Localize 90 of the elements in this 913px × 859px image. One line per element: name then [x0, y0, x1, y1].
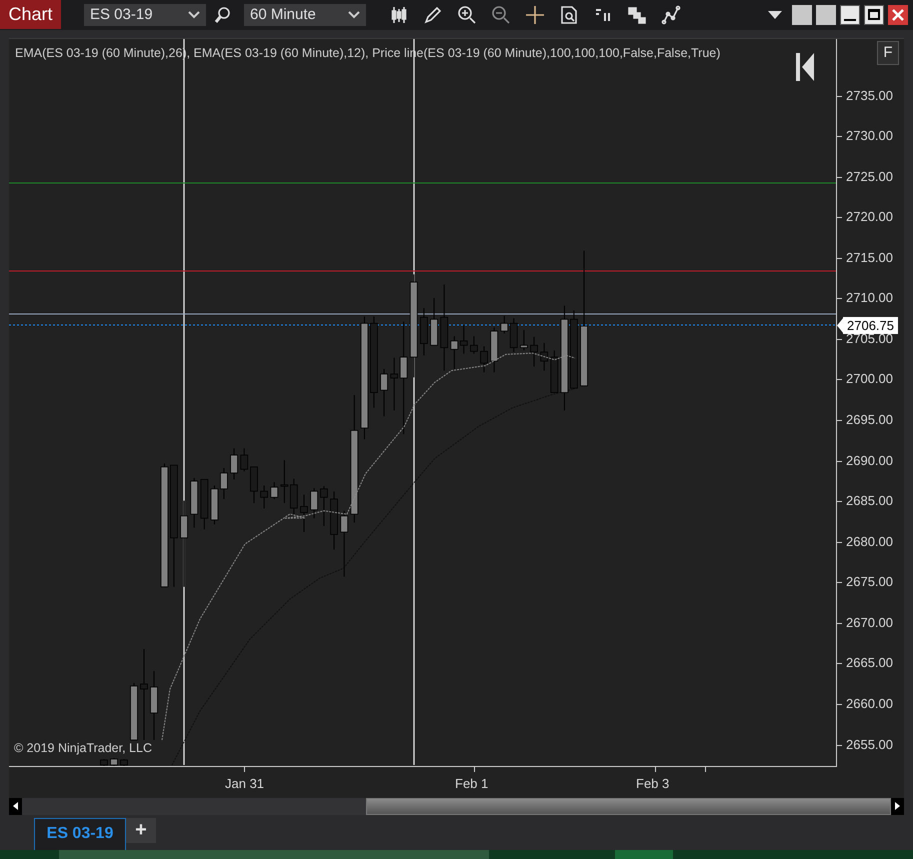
- chart-tab[interactable]: ES 03-19: [34, 818, 126, 850]
- candlestick-icon: [389, 4, 409, 25]
- skip-to-start-icon[interactable]: [796, 52, 816, 81]
- zoom-in-icon: [457, 4, 477, 25]
- y-axis-label: 2710.00: [846, 291, 893, 304]
- y-axis-label: 2680.00: [846, 534, 893, 548]
- y-axis-label: 2690.00: [846, 454, 893, 467]
- close-icon: [892, 8, 904, 21]
- document-search-icon: [559, 4, 579, 25]
- candlestick: [520, 329, 528, 350]
- y-axis-label: 2735.00: [846, 88, 893, 102]
- maximize-button[interactable]: [864, 4, 884, 25]
- x-axis-label: Feb 3: [636, 776, 670, 790]
- close-button[interactable]: [888, 4, 908, 25]
- x-axis-label: Feb 1: [455, 776, 488, 790]
- y-axis-label: 2705.00: [846, 332, 893, 345]
- line-drawing-button[interactable]: [660, 4, 682, 26]
- candlestick: [300, 494, 308, 532]
- candlestick: [470, 335, 478, 354]
- candlestick: [540, 342, 548, 371]
- candlestick: [260, 484, 268, 508]
- y-axis-label: 2725.00: [846, 170, 893, 183]
- scroll-thumb[interactable]: [366, 798, 891, 815]
- right-arrow-icon: [895, 802, 900, 810]
- candlestick: [190, 477, 198, 528]
- candlestick: [290, 478, 298, 514]
- candlestick: [330, 490, 338, 550]
- candlestick: [230, 447, 238, 480]
- candlestick: [320, 485, 328, 526]
- price-pointer-icon: [837, 316, 844, 334]
- window-title: Chart: [0, 0, 61, 30]
- candlestick: [100, 758, 108, 766]
- add-tab-button[interactable]: +: [126, 818, 156, 843]
- candlestick: [310, 487, 318, 518]
- candlestick: [430, 297, 438, 346]
- crosshair-icon: [525, 4, 545, 25]
- pencil-icon: [423, 4, 443, 25]
- candlestick: [530, 336, 538, 367]
- candlestick: [550, 349, 558, 393]
- candlestick: [420, 307, 428, 356]
- zoom-in-button[interactable]: [456, 4, 478, 26]
- caret-icon[interactable]: [768, 10, 782, 19]
- y-axis-label: 2730.00: [846, 129, 893, 142]
- candlestick: [380, 368, 388, 416]
- dropdown[interactable]: 60 Minute: [244, 4, 366, 26]
- f-button[interactable]: F: [877, 40, 899, 65]
- y-axis-label: 2660.00: [846, 696, 893, 710]
- copyright-text: © 2019 NinjaTrader, LLC: [14, 740, 152, 757]
- y-axis-label: 2665.00: [846, 656, 893, 670]
- y-axis-label: 2720.00: [846, 210, 893, 224]
- crosshair-button[interactable]: [524, 4, 546, 26]
- zoom-out-icon: [491, 4, 511, 25]
- search-icon: [213, 4, 233, 25]
- candlestick: [120, 758, 128, 766]
- candlestick: [450, 335, 458, 369]
- y-axis-label: 2675.00: [846, 575, 893, 588]
- candlestick: [220, 466, 228, 500]
- zoom-out-button[interactable]: [490, 4, 512, 26]
- candlestick: [110, 757, 118, 766]
- dropdown[interactable]: ES 03-19: [84, 4, 206, 26]
- horizontal-scrollbar[interactable]: [9, 798, 904, 815]
- document-search-button[interactable]: [558, 4, 580, 26]
- square-button[interactable]: [792, 4, 812, 25]
- chevron-down-icon: [188, 10, 200, 19]
- candlestick: [200, 478, 208, 530]
- candlestick: [150, 670, 158, 740]
- y-axis-label: 2685.00: [846, 494, 893, 508]
- candlestick: [210, 484, 218, 524]
- minimize-button[interactable]: [840, 4, 860, 25]
- scroll-right-button[interactable]: [891, 798, 904, 815]
- chevron-down-icon: [348, 10, 360, 19]
- candlestick: [240, 447, 248, 472]
- left-arrow-icon: [13, 802, 18, 810]
- candlestick: [130, 682, 138, 740]
- scroll-left-button[interactable]: [9, 798, 22, 815]
- line-drawing-icon: [661, 4, 681, 25]
- y-axis-label: 2670.00: [846, 616, 893, 629]
- candlestick: [270, 481, 278, 500]
- candlestick: [340, 510, 348, 577]
- stacked-squares-icon: [627, 4, 647, 25]
- y-axis-label: 2695.00: [846, 413, 893, 426]
- candlestick: [490, 326, 498, 372]
- candlestick: [250, 466, 258, 504]
- candlestick: [480, 345, 488, 372]
- y-axis-label: 2655.00: [846, 738, 893, 751]
- candlestick: [460, 324, 468, 354]
- x-axis-label: Jan 31: [225, 776, 264, 790]
- y-axis-label: 2700.00: [846, 372, 893, 386]
- square-button[interactable]: [816, 4, 836, 25]
- y-axis-label: 2715.00: [846, 250, 893, 264]
